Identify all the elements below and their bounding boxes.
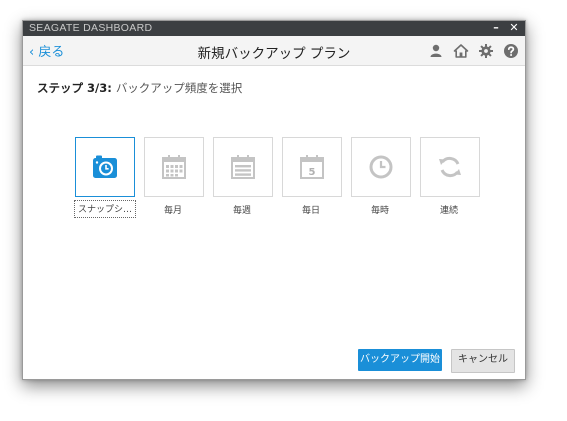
- option-hourly[interactable]: [351, 137, 411, 197]
- option-label-hourly: 毎時: [370, 206, 389, 216]
- step-heading: ステップ 3/3: バックアップ頻度を選択: [37, 80, 242, 96]
- step-description: バックアップ頻度を選択: [115, 81, 243, 95]
- cancel-button[interactable]: キャンセル: [451, 349, 515, 373]
- user-icon[interactable]: [428, 43, 444, 59]
- calendar-week-icon: [231, 155, 255, 179]
- home-icon[interactable]: [453, 43, 469, 59]
- option-daily[interactable]: 5: [282, 137, 342, 197]
- option-label-snapshot: スナップシ…: [74, 200, 136, 218]
- window-title: SEAGATE DASHBOARD: [29, 22, 153, 34]
- snapshot-camera-icon: [93, 155, 117, 178]
- option-weekly[interactable]: [213, 137, 273, 197]
- calendar-day-icon: 5: [300, 155, 324, 179]
- help-icon[interactable]: [503, 43, 519, 59]
- day-number: 5: [309, 167, 316, 178]
- start-backup-button[interactable]: バックアップ開始: [358, 349, 442, 371]
- app-window: SEAGATE DASHBOARD – ✕ ‹ 戻る 新規バックアップ プラン: [22, 20, 526, 380]
- close-button[interactable]: ✕: [505, 21, 523, 36]
- content-area: ステップ 3/3: バックアップ頻度を選択 スナップシ… 毎月 毎週 5 毎日 …: [23, 66, 525, 379]
- window-titlebar[interactable]: SEAGATE DASHBOARD – ✕: [23, 21, 525, 36]
- option-monthly[interactable]: [144, 137, 204, 197]
- option-continuous[interactable]: [420, 137, 480, 197]
- option-label-daily: 毎日: [301, 206, 320, 216]
- page-header: ‹ 戻る 新規バックアップ プラン: [23, 36, 525, 66]
- minimize-button[interactable]: –: [487, 21, 505, 36]
- sync-icon: [439, 157, 461, 177]
- option-label-continuous: 連続: [439, 206, 458, 216]
- clock-icon: [369, 155, 393, 179]
- option-label-weekly: 毎週: [232, 206, 251, 216]
- step-number: ステップ 3/3:: [37, 81, 112, 95]
- option-label-monthly: 毎月: [163, 206, 182, 216]
- calendar-month-icon: [162, 155, 186, 179]
- gear-icon[interactable]: [478, 43, 494, 59]
- header-icons: [424, 43, 519, 59]
- option-snapshot[interactable]: [75, 137, 135, 197]
